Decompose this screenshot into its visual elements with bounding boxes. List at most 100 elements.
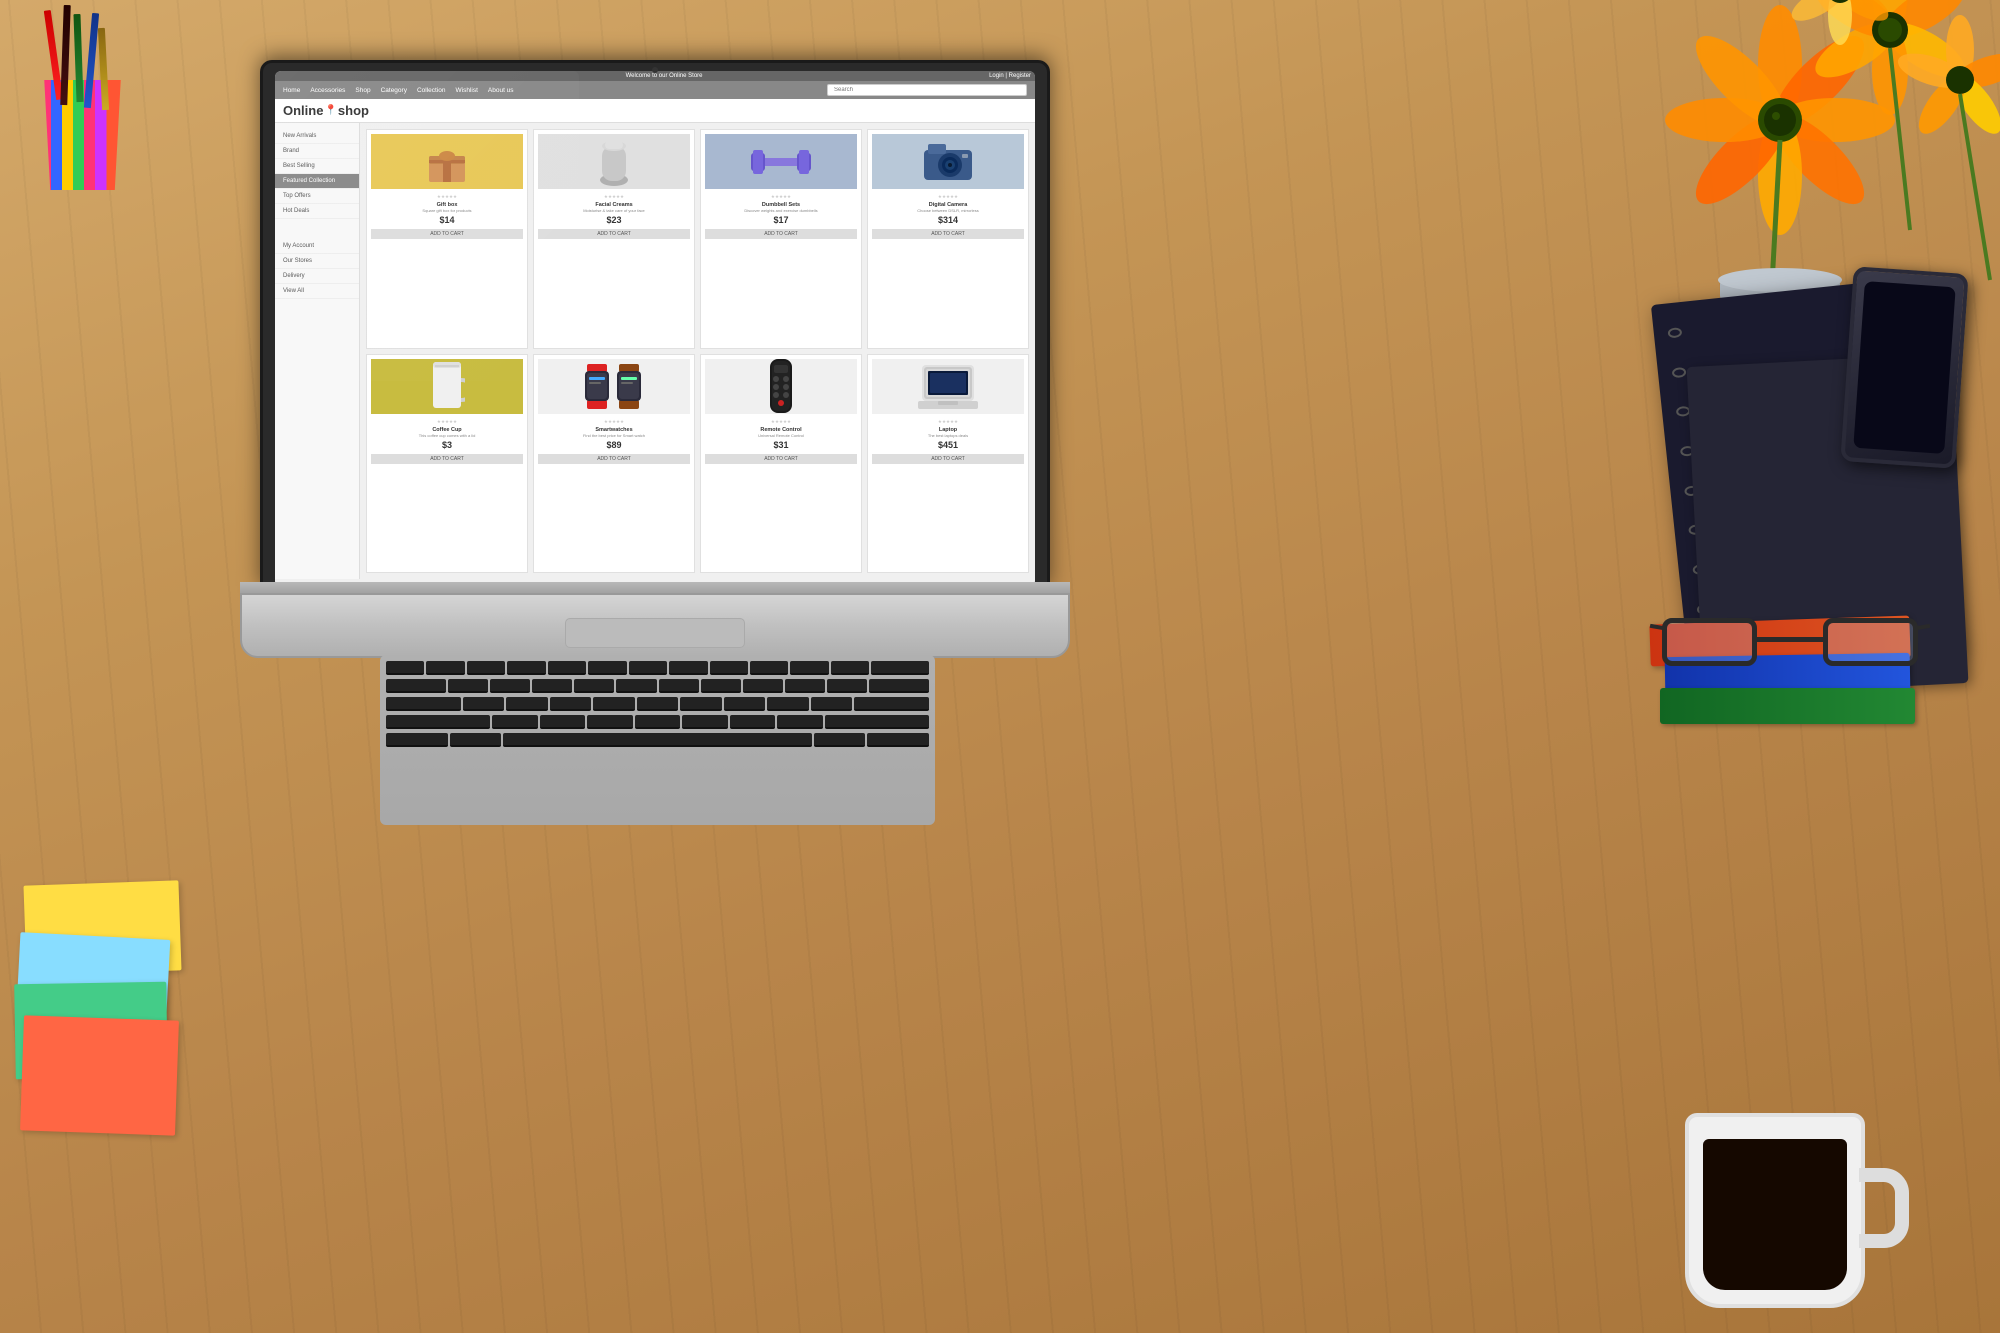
sidebar-top-offers[interactable]: Top Offers bbox=[275, 189, 359, 204]
key[interactable] bbox=[743, 679, 783, 693]
sidebar-hot-deals[interactable]: Hot Deals bbox=[275, 204, 359, 219]
key[interactable] bbox=[790, 661, 828, 675]
key[interactable] bbox=[588, 661, 626, 675]
key[interactable] bbox=[637, 697, 679, 711]
facial-creams-stars: ★★★★★ bbox=[604, 194, 624, 200]
key[interactable] bbox=[540, 715, 585, 729]
nav-shop[interactable]: Shop bbox=[355, 87, 370, 94]
laptop-product-image bbox=[872, 359, 1024, 414]
sidebar-my-account[interactable]: My Account bbox=[275, 239, 359, 254]
key-space[interactable] bbox=[503, 733, 812, 747]
sidebar-view-all[interactable]: View All bbox=[275, 284, 359, 299]
sidebar-new-arrivals[interactable]: New Arrivals bbox=[275, 129, 359, 144]
product-laptop[interactable]: ★★★★★ Laptop The best laptops deals $451… bbox=[867, 354, 1029, 574]
login-register[interactable]: Login | Register bbox=[989, 73, 1031, 79]
key-enter-bot[interactable] bbox=[854, 697, 929, 711]
key[interactable] bbox=[507, 661, 545, 675]
key-ctrl-r[interactable] bbox=[867, 733, 929, 747]
sidebar-featured-collection[interactable]: Featured Collection bbox=[275, 174, 359, 189]
key-enter-top[interactable] bbox=[869, 679, 929, 693]
sidebar: New Arrivals Brand Best Selling Featured… bbox=[275, 123, 360, 579]
key-alt[interactable] bbox=[450, 733, 501, 747]
sidebar-delivery[interactable]: Delivery bbox=[275, 269, 359, 284]
dumbbell-add-cart[interactable]: ADD TO CART bbox=[705, 229, 857, 239]
facial-creams-image bbox=[538, 134, 690, 189]
key[interactable] bbox=[386, 661, 424, 675]
key-alt-r[interactable] bbox=[814, 733, 865, 747]
remote-svg bbox=[766, 357, 796, 415]
key[interactable] bbox=[710, 661, 748, 675]
key-tab[interactable] bbox=[386, 679, 446, 693]
smartwatch-add-cart[interactable]: ADD TO CART bbox=[538, 454, 690, 464]
product-remote-control[interactable]: ★★★★★ Remote Control Universal Remote Co… bbox=[700, 354, 862, 574]
key[interactable] bbox=[680, 697, 722, 711]
key[interactable] bbox=[492, 715, 537, 729]
key[interactable] bbox=[669, 661, 707, 675]
nav-wishlist[interactable]: Wishlist bbox=[456, 87, 478, 94]
key-shift-r[interactable] bbox=[825, 715, 929, 729]
product-coffee-cup[interactable]: ★★★★★ Coffee Cup This coffee cup comes w… bbox=[366, 354, 528, 574]
key[interactable] bbox=[831, 661, 869, 675]
key[interactable] bbox=[593, 697, 635, 711]
remote-add-cart[interactable]: ADD TO CART bbox=[705, 454, 857, 464]
key[interactable] bbox=[682, 715, 727, 729]
key-ctrl[interactable] bbox=[386, 733, 448, 747]
coffee-mug bbox=[1685, 1113, 1880, 1323]
key[interactable] bbox=[659, 679, 699, 693]
key[interactable] bbox=[629, 661, 667, 675]
camera-add-cart[interactable]: ADD TO CART bbox=[872, 229, 1024, 239]
remote-image bbox=[705, 359, 857, 414]
key[interactable] bbox=[635, 715, 680, 729]
nav-accessories[interactable]: Accessories bbox=[310, 87, 345, 94]
key[interactable] bbox=[426, 661, 464, 675]
key[interactable] bbox=[532, 679, 572, 693]
key[interactable] bbox=[811, 697, 853, 711]
key-caps[interactable] bbox=[386, 697, 461, 711]
facial-creams-add-cart[interactable]: ADD TO CART bbox=[538, 229, 690, 239]
key[interactable] bbox=[616, 679, 656, 693]
key[interactable] bbox=[467, 661, 505, 675]
key[interactable] bbox=[701, 679, 741, 693]
product-grid: ★★★★★ Gift box Square gift box for produ… bbox=[360, 123, 1035, 579]
nav-category[interactable]: Category bbox=[381, 87, 407, 94]
key-backspace[interactable] bbox=[871, 661, 929, 675]
key[interactable] bbox=[587, 715, 632, 729]
product-smartwatches[interactable]: ★★★★★ Smartwatches Find the best price f… bbox=[533, 354, 695, 574]
key[interactable] bbox=[777, 715, 822, 729]
key[interactable] bbox=[463, 697, 505, 711]
key[interactable] bbox=[785, 679, 825, 693]
sidebar-our-stores[interactable]: Our Stores bbox=[275, 254, 359, 269]
gift-box-add-cart[interactable]: ADD TO CART bbox=[371, 229, 523, 239]
nav-about-us[interactable]: About us bbox=[488, 87, 514, 94]
key[interactable] bbox=[730, 715, 775, 729]
trackpad[interactable] bbox=[565, 618, 745, 648]
key[interactable] bbox=[448, 679, 488, 693]
key[interactable] bbox=[767, 697, 809, 711]
search-input[interactable] bbox=[827, 84, 1027, 96]
sidebar-brand[interactable]: Brand bbox=[275, 144, 359, 159]
nav-home[interactable]: Home bbox=[283, 87, 300, 94]
key[interactable] bbox=[724, 697, 766, 711]
key[interactable] bbox=[574, 679, 614, 693]
key[interactable] bbox=[827, 679, 867, 693]
product-digital-camera[interactable]: ★★★★★ Digital Camera Choose between DSLR… bbox=[867, 129, 1029, 349]
smartwatch-price: $89 bbox=[606, 440, 621, 450]
key-shift-l[interactable] bbox=[386, 715, 490, 729]
sidebar-best-selling[interactable]: Best Selling bbox=[275, 159, 359, 174]
product-gift-box[interactable]: ★★★★★ Gift box Square gift box for produ… bbox=[366, 129, 528, 349]
laptop-add-cart[interactable]: ADD TO CART bbox=[872, 454, 1024, 464]
logo-pin-icon: 📍 bbox=[324, 105, 336, 116]
key[interactable] bbox=[506, 697, 548, 711]
key[interactable] bbox=[550, 697, 592, 711]
key[interactable] bbox=[750, 661, 788, 675]
key[interactable] bbox=[548, 661, 586, 675]
product-facial-creams[interactable]: ★★★★★ Facial Creams Moisturise & take ca… bbox=[533, 129, 695, 349]
key[interactable] bbox=[490, 679, 530, 693]
product-dumbbell-sets[interactable]: ★★★★★ Dumbbell Sets Discover weights and… bbox=[700, 129, 862, 349]
nav-collection[interactable]: Collection bbox=[417, 87, 446, 94]
camera-svg bbox=[922, 142, 974, 182]
coffee-cup-add-cart[interactable]: ADD TO CART bbox=[371, 454, 523, 464]
logo-text-shop: shop bbox=[338, 103, 369, 118]
gift-box-stars: ★★★★★ bbox=[437, 194, 457, 200]
desk-scene: Welcome to our Online Store Login | Regi… bbox=[0, 0, 2000, 1333]
